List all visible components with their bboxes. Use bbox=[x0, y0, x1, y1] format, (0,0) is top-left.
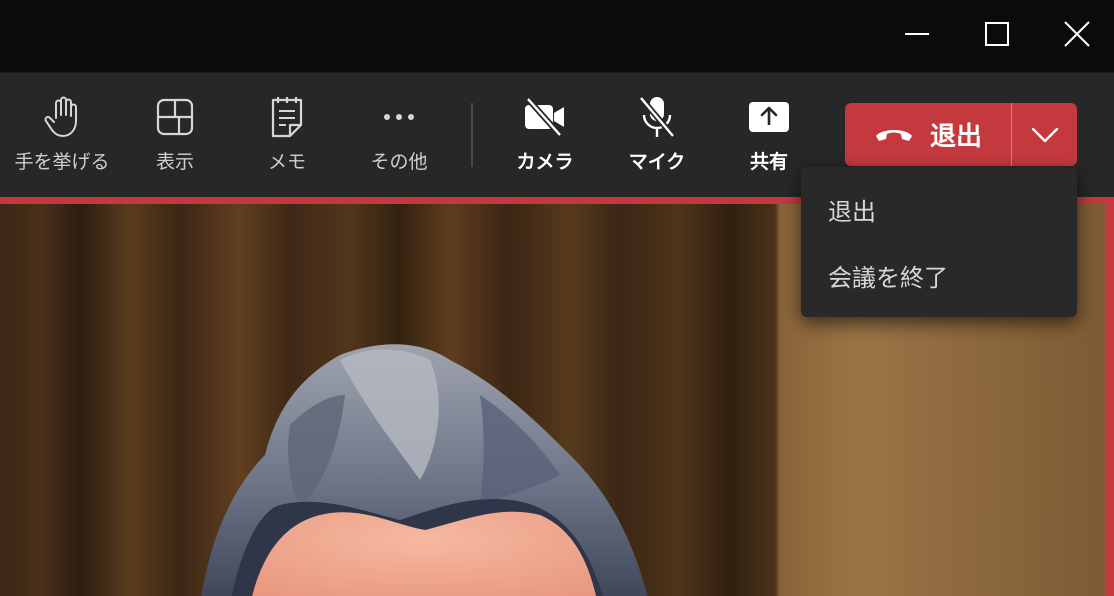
active-speaker-border bbox=[1106, 197, 1114, 596]
share-label: 共有 bbox=[749, 151, 788, 173]
minimize-button[interactable] bbox=[889, 8, 945, 60]
leave-options-button[interactable] bbox=[1012, 103, 1077, 166]
leave-label: 退出 bbox=[929, 122, 982, 152]
camera-button[interactable]: カメラ bbox=[489, 95, 601, 185]
maximize-icon bbox=[985, 22, 1009, 46]
more-icon bbox=[384, 114, 414, 120]
leave-button-group: 退出 bbox=[845, 103, 1077, 166]
menu-item-end-meeting[interactable]: 会議を終了 bbox=[801, 245, 1077, 305]
hand-icon bbox=[44, 96, 77, 137]
mic-button[interactable]: マイク bbox=[601, 95, 713, 185]
notes-icon bbox=[271, 97, 303, 138]
notes-label: メモ bbox=[267, 151, 306, 173]
notes-button[interactable]: メモ bbox=[231, 95, 343, 185]
title-bar bbox=[0, 0, 1114, 72]
more-button[interactable]: その他 bbox=[343, 95, 455, 185]
camera-label: カメラ bbox=[516, 151, 574, 173]
share-icon bbox=[749, 102, 789, 132]
close-button[interactable] bbox=[1049, 8, 1105, 60]
phone-hangup-icon bbox=[875, 129, 912, 141]
raise-hand-button[interactable]: 手を挙げる bbox=[6, 95, 118, 185]
raise-hand-label: 手を挙げる bbox=[14, 151, 110, 173]
menu-item-leave[interactable]: 退出 bbox=[801, 179, 1077, 239]
camera-off-icon bbox=[525, 97, 564, 137]
view-button[interactable]: 表示 bbox=[119, 95, 231, 185]
leave-button[interactable]: 退出 bbox=[845, 103, 1011, 166]
mic-off-icon bbox=[638, 96, 676, 138]
view-label: 表示 bbox=[155, 151, 194, 173]
meeting-window: 手を挙げる 表示 メモ その他 カメラ マイク 共有 退出 退出 会議を終了 bbox=[0, 0, 1114, 596]
minimize-icon bbox=[905, 33, 929, 35]
layout-icon bbox=[156, 98, 194, 136]
leave-options-menu: 退出 会議を終了 bbox=[801, 167, 1077, 317]
avatar-video bbox=[201, 344, 648, 596]
chevron-down-icon bbox=[1031, 127, 1058, 142]
toolbar-divider bbox=[471, 103, 473, 167]
close-icon bbox=[1064, 21, 1090, 47]
more-label: その他 bbox=[370, 151, 428, 173]
maximize-button[interactable] bbox=[969, 8, 1025, 60]
mic-label: マイク bbox=[628, 151, 686, 173]
